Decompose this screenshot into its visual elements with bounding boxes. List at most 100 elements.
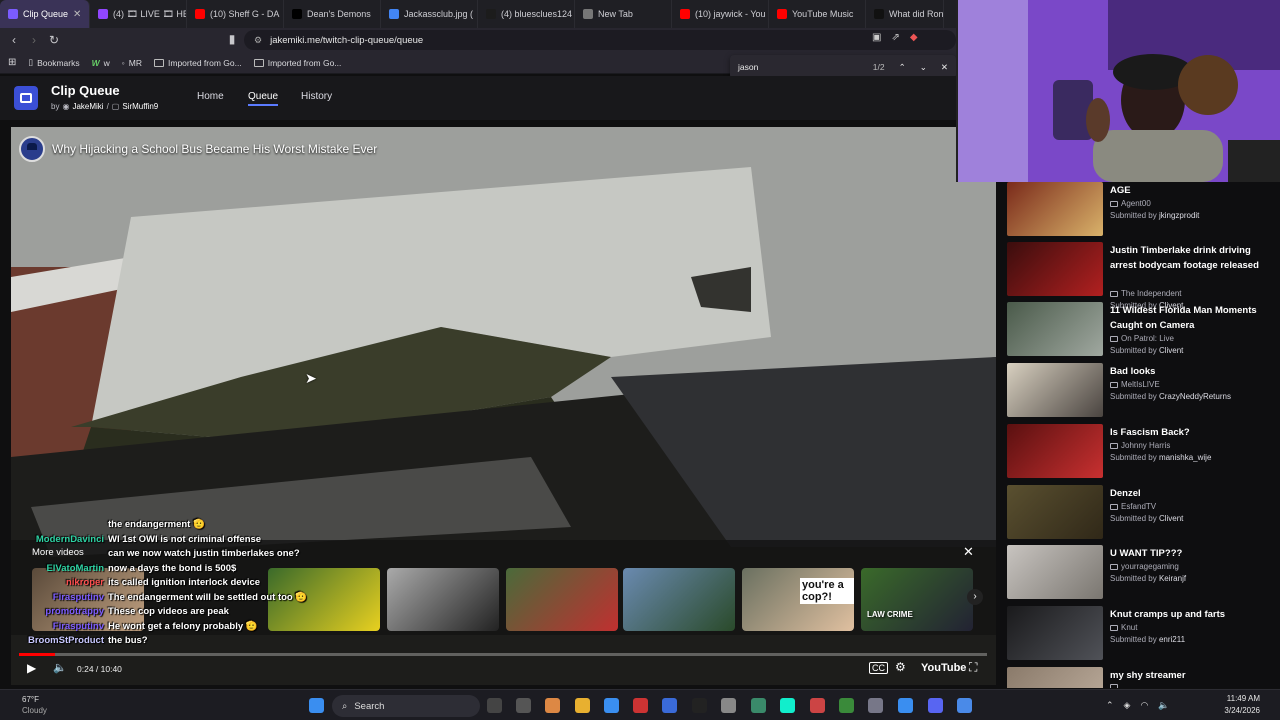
clip-thumbnail[interactable]	[1007, 424, 1103, 478]
queue-item[interactable]: U WANT TIP??? yourragegaming Submitted by …	[1007, 545, 1275, 601]
find-next-icon[interactable]: ⌄	[920, 62, 927, 73]
related-video-thumbnail[interactable]	[506, 568, 618, 631]
clip-thumbnail[interactable]	[1007, 242, 1103, 296]
bookmark-icon[interactable]: ▮	[222, 32, 242, 46]
clip-thumbnail[interactable]	[1007, 182, 1103, 236]
clip-thumbnail[interactable]	[1007, 667, 1103, 688]
browser-tab[interactable]: (10) jaywick - You	[672, 0, 769, 28]
clip-thumbnail[interactable]	[1007, 302, 1103, 356]
nav-home[interactable]: Home	[197, 91, 224, 102]
bookmark-folder[interactable]: Imported from Go...	[253, 58, 341, 68]
submitted-by-label: Submitted by	[1110, 635, 1157, 644]
find-close-icon[interactable]: ✕	[941, 62, 948, 73]
nav-queue[interactable]: Queue	[248, 91, 279, 106]
taskbar-app-icon[interactable]	[898, 698, 913, 713]
author-link[interactable]: SirMuffin9	[122, 102, 158, 111]
captions-icon[interactable]: CC	[869, 662, 888, 674]
video-title[interactable]: Why Hijacking a School Bus Became His Wo…	[52, 142, 377, 156]
taskbar-app-icon[interactable]	[957, 698, 972, 713]
clip-submitter: Submitted by CrazyNeddyReturns	[1110, 392, 1231, 401]
browser-tab[interactable]: (4) bluesclues124	[478, 0, 575, 28]
taskbar-app-icon[interactable]	[721, 698, 736, 713]
extension-icon[interactable]: ◆	[910, 32, 918, 43]
start-icon[interactable]	[309, 698, 324, 713]
forward-icon[interactable]: ›	[24, 33, 44, 47]
progress-bar[interactable]	[19, 653, 987, 656]
next-videos-icon[interactable]: ›	[967, 589, 983, 605]
author-link[interactable]: JakeMiki	[72, 102, 103, 111]
related-video-thumbnail[interactable]: you're a cop?!	[742, 568, 854, 631]
clip-queue-logo[interactable]	[14, 86, 38, 110]
taskbar-app-icon[interactable]	[487, 698, 502, 713]
browser-tab[interactable]: (4) 🎞 LIVE 🎞 HE	[90, 0, 187, 28]
taskbar-app-icon[interactable]	[662, 698, 677, 713]
channel-avatar[interactable]	[19, 136, 45, 162]
taskbar-app-icon[interactable]	[928, 698, 943, 713]
queue-item[interactable]: 11 Wildest Florida Man Moments Caught on…	[1007, 302, 1275, 358]
find-input[interactable]: jason	[738, 62, 873, 72]
taskbar-app-icon[interactable]	[810, 698, 825, 713]
taskbar-app-icon[interactable]	[839, 698, 854, 713]
bookmark-item[interactable]: ◦ MR	[122, 58, 142, 68]
close-more-videos-icon[interactable]: ✕	[963, 544, 974, 560]
queue-item[interactable]: my shy streamerSubmitted by	[1007, 667, 1275, 688]
network-icon[interactable]: ◈	[1124, 700, 1131, 711]
queue-item[interactable]: Knut cramps up and farts Knut Submitted by…	[1007, 606, 1275, 662]
bookmark-item[interactable]: ▯ Bookmarks	[28, 57, 79, 68]
browser-tab[interactable]: Dean's Demons	[284, 0, 381, 28]
volume-tray-icon[interactable]: 🔈	[1158, 700, 1169, 711]
taskbar-app-icon[interactable]	[545, 698, 560, 713]
queue-item[interactable]: Justin Timberlake drink driving arrest b…	[1007, 242, 1275, 310]
nav-history[interactable]: History	[301, 91, 332, 102]
weather-widget[interactable]: 67°F Cloudy	[22, 694, 47, 716]
back-icon[interactable]: ‹	[4, 33, 24, 47]
fullscreen-icon[interactable]: ⛶	[969, 660, 977, 675]
site-info-icon[interactable]: ⚙	[254, 35, 262, 46]
bookmark-folder[interactable]: Imported from Go...	[154, 58, 242, 68]
address-bar[interactable]: ⚙ jakemiki.me/twitch-clip-queue/queue	[244, 30, 956, 50]
reader-icon[interactable]: ▣	[872, 32, 881, 43]
app-title[interactable]: Clip Queue	[51, 83, 120, 98]
clip-thumbnail[interactable]	[1007, 363, 1103, 417]
find-prev-icon[interactable]: ⌃	[899, 62, 906, 73]
taskbar-app-icon[interactable]	[780, 698, 795, 713]
clip-thumbnail[interactable]	[1007, 485, 1103, 539]
tab-close-icon[interactable]: ✕	[73, 9, 81, 20]
volume-icon[interactable]: 🔈	[53, 661, 67, 674]
share-icon[interactable]: ⇗	[891, 32, 899, 43]
taskbar-app-icon[interactable]	[633, 698, 648, 713]
browser-tab[interactable]: (10) Sheff G - DA	[187, 0, 284, 28]
taskbar-app-icon[interactable]	[692, 698, 707, 713]
browser-tab[interactable]: Jackassclub.jpg (	[381, 0, 478, 28]
taskbar-app-icon[interactable]	[751, 698, 766, 713]
taskbar-app-icon[interactable]	[604, 698, 619, 713]
related-video-thumbnail[interactable]	[623, 568, 735, 631]
reload-icon[interactable]: ↻	[44, 33, 64, 47]
bookmark-item[interactable]: Ww	[92, 58, 110, 68]
clip-title: Justin Timberlake drink driving arrest b…	[1110, 245, 1259, 271]
clip-thumbnail[interactable]	[1007, 545, 1103, 599]
taskbar-search[interactable]: ⌕ Search	[332, 695, 480, 717]
taskbar-app-icon[interactable]	[516, 698, 531, 713]
taskbar-app-icon[interactable]	[868, 698, 883, 713]
play-icon[interactable]: ▶	[27, 661, 36, 675]
taskbar-app-icon[interactable]	[575, 698, 590, 713]
queue-item[interactable]: Denzel EsfandTV Submitted by Clivent	[1007, 485, 1275, 541]
related-video-thumbnail[interactable]: LAW CRIME	[861, 568, 973, 631]
wifi-icon[interactable]: ◠	[1140, 700, 1148, 711]
browser-tab[interactable]: What did Ron do	[866, 0, 944, 28]
queue-item[interactable]: AGE Agent00 Submitted by jkingzprodit	[1007, 182, 1275, 238]
youtube-logo[interactable]: YouTube	[921, 662, 966, 674]
queue-item[interactable]: Is Fascism Back? Johnny Harris Submitted b…	[1007, 424, 1275, 480]
clip-thumbnail[interactable]	[1007, 606, 1103, 660]
queue-item[interactable]: Bad looks MeltIsLIVE Submitted by CrazyNed…	[1007, 363, 1275, 419]
taskbar-clock[interactable]: 11:49 AM 3/24/2026	[1224, 693, 1260, 717]
browser-tab[interactable]: Clip Queue ✕	[0, 0, 90, 28]
chevron-up-icon[interactable]: ⌃	[1106, 700, 1114, 711]
clip-submitter: Submitted by jkingzprodit	[1110, 211, 1199, 220]
apps-icon[interactable]: ⊞	[8, 57, 16, 68]
browser-tab[interactable]: New Tab	[575, 0, 672, 28]
settings-icon[interactable]: ⚙	[895, 660, 906, 674]
browser-tab[interactable]: YouTube Music	[769, 0, 866, 28]
related-video-thumbnail[interactable]	[387, 568, 499, 631]
